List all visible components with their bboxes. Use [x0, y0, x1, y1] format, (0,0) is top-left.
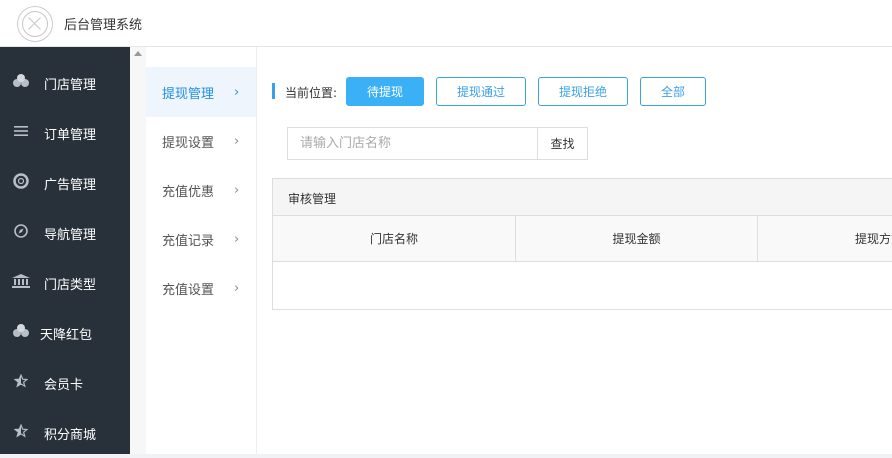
submenu-item-withdraw-management[interactable]: 提现管理 ›	[146, 67, 256, 117]
tab-pending-withdraw[interactable]: 待提现	[346, 77, 424, 106]
tab-withdraw-rejected[interactable]: 提现拒绝	[538, 77, 628, 106]
sidebar: 门店管理 订单管理 广告管理 导航管理 门店类型 天降红包 会员卡 积分商城	[0, 47, 130, 454]
sidebar-item-red-packet[interactable]: 天降红包	[0, 308, 130, 358]
sidebar-item-label: 导航管理	[44, 227, 97, 243]
submenu-item-label: 充值优惠	[162, 184, 215, 200]
location-marker	[272, 83, 275, 99]
sidebar-item-order-management[interactable]: 订单管理	[0, 108, 130, 158]
store-name-search-input[interactable]	[287, 127, 538, 160]
submenu-item-recharge-records[interactable]: 充值记录 ›	[146, 214, 256, 264]
logo	[17, 6, 53, 42]
main-content: 当前位置: 待提现 提现通过 提现拒绝 全部 查找 审核管理 门店名称 提现金额…	[257, 47, 892, 454]
sidebar-item-nav-management[interactable]: 导航管理	[0, 208, 130, 258]
panel-title: 审核管理	[288, 192, 337, 206]
sidebar-item-label: 门店管理	[44, 77, 97, 93]
submenu-item-label: 提现设置	[162, 135, 215, 151]
app-title: 后台管理系统	[64, 18, 143, 33]
bank-icon	[12, 274, 30, 292]
sidebar-item-store-type[interactable]: 门店类型	[0, 258, 130, 308]
cubes-icon	[12, 74, 30, 92]
chevron-right-icon: ›	[234, 182, 240, 198]
panel-header: 审核管理	[273, 179, 892, 216]
table-header-row: 门店名称 提现金额 提现方式	[273, 216, 892, 262]
submenu-item-recharge-discount[interactable]: 充值优惠 ›	[146, 165, 256, 215]
sidebar-item-store-management[interactable]: 门店管理	[0, 58, 130, 108]
review-panel: 审核管理 门店名称 提现金额 提现方式	[272, 178, 892, 310]
column-header-withdraw-amount: 提现金额	[516, 216, 758, 261]
submenu: 提现管理 › 提现设置 › 充值优惠 › 充值记录 › 充值设置 ›	[146, 47, 257, 454]
logo-mark-icon	[22, 11, 48, 37]
scroll-up-icon[interactable]	[134, 51, 142, 56]
lifebuoy-icon	[12, 173, 30, 193]
search-button[interactable]: 查找	[538, 127, 588, 160]
column-header-store-name: 门店名称	[273, 216, 516, 261]
sidebar-item-label: 订单管理	[44, 127, 97, 143]
chevron-right-icon: ›	[234, 280, 240, 296]
chevron-right-icon: ›	[234, 133, 240, 149]
top-bar: 后台管理系统	[0, 0, 892, 47]
chevron-right-icon: ›	[234, 231, 240, 247]
cubes-icon	[12, 324, 30, 342]
sidebar-item-label: 广告管理	[44, 177, 97, 193]
sidebar-item-label: 天降红包	[40, 327, 93, 343]
current-location-label: 当前位置:	[285, 86, 338, 100]
scrollbar[interactable]	[130, 47, 146, 454]
sidebar-item-label: 会员卡	[44, 377, 84, 393]
sidebar-item-points-mall[interactable]: 积分商城	[0, 408, 130, 458]
tab-all[interactable]: 全部	[640, 77, 706, 106]
compass-icon	[12, 224, 30, 242]
chevron-right-icon: ›	[234, 84, 240, 100]
star-half-icon	[12, 423, 30, 442]
submenu-item-recharge-settings[interactable]: 充值设置 ›	[146, 263, 256, 313]
submenu-item-label: 充值设置	[162, 282, 215, 298]
sidebar-item-ad-management[interactable]: 广告管理	[0, 158, 130, 208]
sidebar-item-label: 门店类型	[44, 277, 97, 293]
tab-withdraw-approved[interactable]: 提现通过	[436, 77, 526, 106]
sidebar-item-membership-card[interactable]: 会员卡	[0, 358, 130, 408]
submenu-item-withdraw-settings[interactable]: 提现设置 ›	[146, 116, 256, 166]
column-header-withdraw-method: 提现方式	[854, 232, 892, 246]
submenu-item-label: 充值记录	[162, 233, 215, 249]
star-half-icon	[12, 373, 30, 392]
sidebar-item-label: 积分商城	[44, 427, 97, 443]
submenu-item-label: 提现管理	[162, 86, 215, 102]
list-icon	[12, 125, 30, 141]
